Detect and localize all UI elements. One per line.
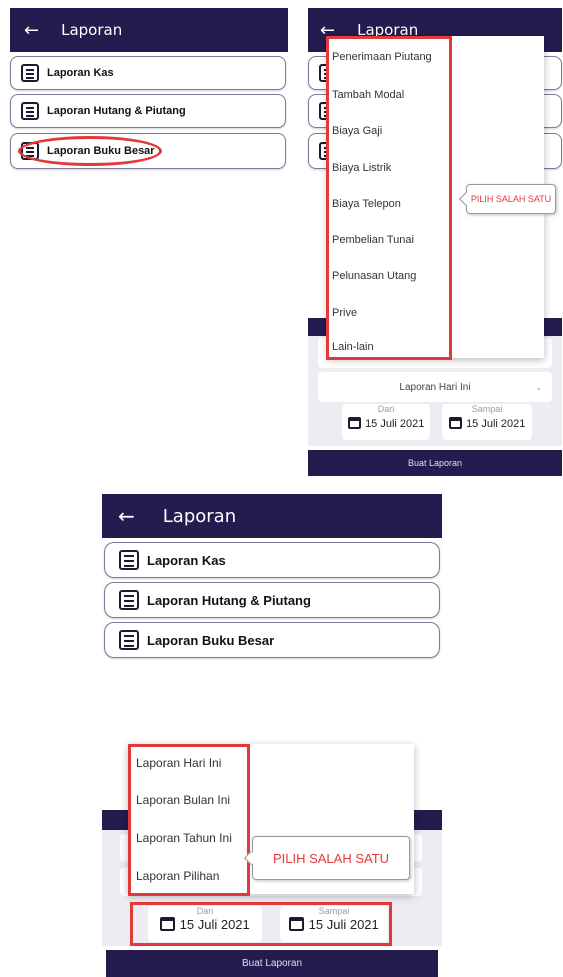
buat-laporan-button[interactable]: Buat Laporan xyxy=(106,950,438,977)
app-bar: ← Laporan xyxy=(102,494,442,538)
highlight-box xyxy=(326,36,452,360)
date-from[interactable]: Dari 15 Juli 2021 xyxy=(342,404,430,440)
arrow-left-icon[interactable]: ← xyxy=(118,504,135,528)
report-icon xyxy=(119,630,139,650)
buat-laporan-label: Buat Laporan xyxy=(241,958,303,969)
report-icon xyxy=(21,102,39,120)
menu-item-laporan-hutang-piutang[interactable]: Laporan Hutang & Piutang xyxy=(104,582,440,618)
date-from-value: 15 Juli 2021 xyxy=(365,418,425,430)
date-to-value: 15 Juli 2021 xyxy=(466,418,526,430)
page-title: Laporan xyxy=(61,21,123,39)
app-bar: ← Laporan xyxy=(10,8,288,52)
callout-text: PILIH SALAH SATU xyxy=(272,850,390,866)
menu-item-label: Laporan Hutang & Piutang xyxy=(47,105,186,117)
period-select[interactable]: Laporan Hari Ini ⌄ xyxy=(318,372,552,402)
calendar-icon xyxy=(448,417,462,429)
page-title: Laporan xyxy=(162,505,237,527)
menu-item-laporan-hutang-piutang[interactable]: Laporan Hutang & Piutang xyxy=(10,94,286,128)
menu-item-label: Laporan Kas xyxy=(147,552,226,568)
menu-item-label: Laporan Buku Besar xyxy=(147,632,275,648)
report-icon xyxy=(119,590,139,610)
highlight-oval xyxy=(18,136,162,166)
report-icon xyxy=(119,550,139,570)
buat-laporan-label: Buat Laporan xyxy=(407,458,463,468)
date-to-label: Sampai xyxy=(471,404,503,414)
menu-item-label: Laporan Kas xyxy=(47,67,114,79)
menu-item-laporan-kas[interactable]: Laporan Kas xyxy=(104,542,440,578)
report-icon xyxy=(21,64,39,82)
calendar-icon xyxy=(347,417,361,429)
chevron-down-icon: ⌄ xyxy=(535,382,542,392)
buat-laporan-button[interactable]: Buat Laporan xyxy=(308,450,562,476)
date-from-label: Dari xyxy=(377,404,395,414)
callout-bubble: PILIH SALAH SATU xyxy=(243,836,410,880)
menu-item-laporan-buku-besar[interactable]: Laporan Buku Besar xyxy=(104,622,440,658)
menu-item-laporan-kas[interactable]: Laporan Kas xyxy=(10,56,286,90)
date-to[interactable]: Sampai 15 Juli 2021 xyxy=(442,404,532,440)
highlight-box xyxy=(128,744,250,896)
menu-item-label: Laporan Hutang & Piutang xyxy=(147,592,311,608)
callout-bubble: PILIH SALAH SATU xyxy=(458,184,556,214)
highlight-box xyxy=(130,902,392,946)
callout-text: PILIH SALAH SATU xyxy=(470,194,552,204)
period-select-value: Laporan Hari Ini xyxy=(399,381,471,393)
arrow-left-icon[interactable]: ← xyxy=(24,20,39,41)
